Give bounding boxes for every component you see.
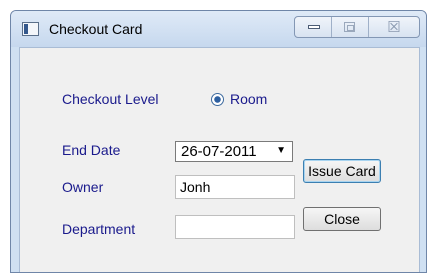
title-bar[interactable]: Checkout Card ☒ bbox=[11, 11, 426, 47]
close-icon: ☒ bbox=[387, 18, 401, 36]
close-button[interactable]: Close bbox=[303, 207, 381, 231]
issue-card-button[interactable]: Issue Card bbox=[303, 159, 381, 183]
dialog-body: Checkout Level Room End Date 26-07-2011 … bbox=[19, 47, 420, 272]
minimize-button[interactable] bbox=[295, 17, 332, 37]
checkout-level-label: Checkout Level bbox=[62, 91, 159, 107]
owner-label: Owner bbox=[62, 179, 104, 195]
caption-buttons: ☒ bbox=[294, 16, 420, 38]
window-icon bbox=[22, 22, 39, 36]
room-radio-label[interactable]: Room bbox=[230, 91, 267, 107]
window-title: Checkout Card bbox=[49, 21, 143, 37]
department-label: Department bbox=[62, 221, 136, 237]
end-date-label: End Date bbox=[62, 142, 121, 158]
department-input[interactable] bbox=[175, 215, 295, 239]
maximize-button[interactable] bbox=[332, 17, 369, 37]
owner-input[interactable]: Jonh bbox=[175, 175, 295, 199]
close-window-button[interactable]: ☒ bbox=[369, 17, 419, 37]
maximize-icon bbox=[343, 22, 355, 32]
dropdown-arrow-icon[interactable]: ▼ bbox=[276, 145, 286, 156]
end-date-picker[interactable]: 26-07-2011 ▼ bbox=[175, 141, 293, 162]
minimize-icon bbox=[308, 25, 320, 29]
checkout-card-window: Checkout Card ☒ Checkout Level Room End … bbox=[10, 10, 427, 273]
radio-selected-icon[interactable] bbox=[211, 92, 224, 106]
end-date-value[interactable]: 26-07-2011 bbox=[181, 143, 257, 160]
room-radio[interactable]: Room bbox=[211, 91, 267, 107]
